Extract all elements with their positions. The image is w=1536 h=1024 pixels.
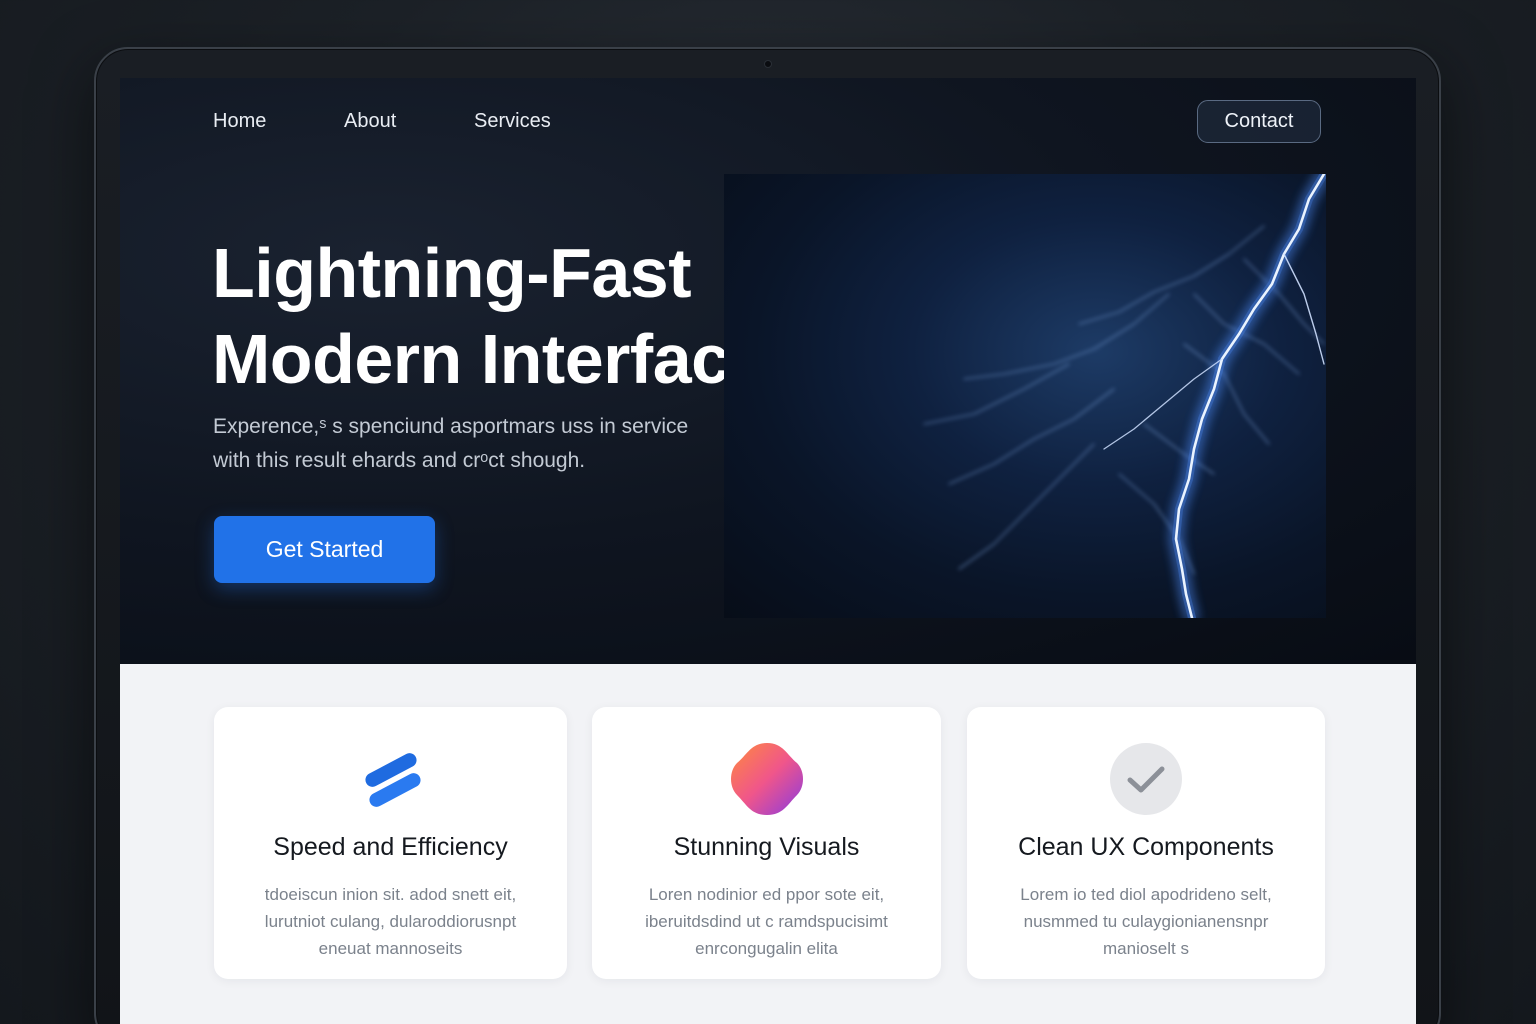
feature-card-visuals[interactable]: Stunning Visuals Loren nodinior ed ppor … [592,707,941,979]
feature-text-line: Lorem io ted diol apodrideno selt, [1020,885,1272,904]
feature-text-line: lurutniot culang, dularoddiorusnpt [264,912,517,931]
feature-title-visuals: Stunning Visuals [673,833,860,861]
feature-title-ux: Clean UX Components [1018,833,1274,861]
hero-subtitle: Experence,ˢ s spenciund asportmars uss i… [213,410,753,478]
hero-title-line-2: Modern Interface [212,320,769,398]
feature-text-line: iberuitdsdind ut c ramdspucisimt [645,912,888,931]
feature-text-line: tdoeiscun inion sit. adod snett eit, [264,885,517,904]
hero-subtitle-line-2: with this result ehards and crᵒct shough… [213,449,586,472]
screen: Home About Services Contact Lightning-Fa… [120,78,1416,1024]
hero-title-line-1: Lightning-Fast [212,234,692,312]
feature-text-visuals: Loren nodinior ed ppor sote eit, iberuit… [612,881,921,962]
feature-text-ux: Lorem io ted diol apodrideno selt, nusmm… [987,881,1305,962]
feature-card-speed[interactable]: Speed and Efficiency tdoeiscun inion sit… [214,707,567,979]
feature-text-line: Loren nodinior ed ppor sote eit, [648,885,885,904]
hero-section: Home About Services Contact Lightning-Fa… [120,78,1416,664]
camera-dot [764,60,772,68]
features-section: Speed and Efficiency tdoeiscun inion sit… [120,664,1416,1024]
nav-home-link[interactable]: Home [213,110,266,133]
lightning-bolt-graphic [923,174,1326,618]
feature-text-line: eneuat mannoseits [318,939,463,958]
feature-title-speed: Speed and Efficiency [273,833,508,861]
nav-about-link[interactable]: About [344,110,396,133]
feature-text-line: nusmmed tu culaygionianensnpr [1023,912,1269,931]
checkmark-circle-icon [1106,739,1186,819]
nav-services-link[interactable]: Services [474,110,551,133]
lightning-image [724,174,1326,618]
feature-text-line: manioselt s [1103,939,1189,958]
hero-subtitle-line-1: Experence,ˢ s spenciund asportmars uss i… [213,415,689,438]
get-started-button[interactable]: Get Started [214,516,435,583]
gradient-blob-icon [727,739,807,819]
feature-text-speed: tdoeiscun inion sit. adod snett eit, lur… [234,881,547,962]
feature-card-ux[interactable]: Clean UX Components Lorem io ted diol ap… [967,707,1325,979]
speed-stripes-icon [351,739,431,819]
feature-text-line: enrcongugalin elita [695,939,838,958]
contact-button[interactable]: Contact [1197,100,1321,143]
